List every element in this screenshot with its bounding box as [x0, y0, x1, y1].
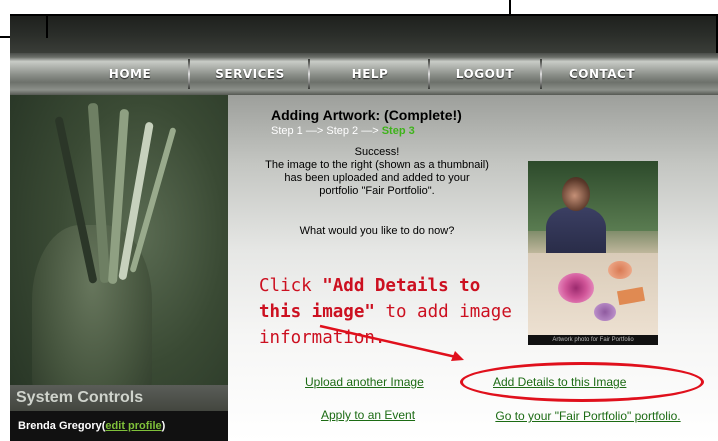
annotation-prefix: Click — [259, 276, 323, 296]
go-to-portfolio-link[interactable]: Go to your "Fair Portfolio" portfolio. — [488, 408, 688, 424]
nav-help[interactable]: HELP — [310, 53, 430, 95]
header-frame — [10, 14, 718, 55]
add-details-link[interactable]: Add Details to this Image — [493, 375, 626, 389]
user-line: Brenda Gregory (edit profile) — [10, 411, 228, 441]
step-arrow: —> — [358, 125, 382, 137]
artwork-thumbnail: Artwork photo for Fair Portfolio — [528, 161, 658, 345]
success-message-block: Success! The image to the right (shown a… — [264, 146, 490, 198]
nav-services[interactable]: SERVICES — [190, 53, 310, 95]
step-3-current: Step 3 — [381, 125, 415, 137]
annotation-arrow-icon — [319, 324, 464, 361]
page-frame: HOME SERVICES HELP LOGOUT CONTACT System… — [10, 14, 718, 441]
upload-another-image-link[interactable]: Upload another Image — [305, 375, 424, 389]
next-action-question: What would you like to do now? — [299, 225, 455, 237]
photo-flower — [594, 303, 616, 321]
step-arrow: —> — [302, 125, 327, 137]
nav-contact[interactable]: CONTACT — [542, 53, 662, 95]
page-title: Adding Artwork: (Complete!) — [271, 107, 462, 123]
user-name: Brenda Gregory — [18, 420, 102, 432]
step-2: Step 2 — [326, 125, 359, 137]
main-nav: HOME SERVICES HELP LOGOUT CONTACT — [10, 53, 718, 95]
step-1: Step 1 — [271, 125, 303, 137]
success-heading: Success! — [354, 146, 400, 158]
user-paren-close: ) — [161, 420, 166, 432]
success-message: The image to the right (shown as a thumb… — [265, 159, 489, 197]
photo-flower — [608, 261, 632, 279]
nav-logout[interactable]: LOGOUT — [430, 53, 540, 95]
apply-to-event-link[interactable]: Apply to an Event — [321, 408, 415, 422]
photo-person-head — [562, 177, 590, 211]
system-controls-heading: System Controls — [10, 385, 228, 411]
photo-flower — [558, 273, 594, 303]
main-content: Adding Artwork: (Complete!) Step 1 —> St… — [228, 95, 718, 441]
edit-profile-link[interactable]: edit profile — [105, 420, 161, 432]
photo-person — [546, 207, 606, 259]
step-indicator: Step 1 —> Step 2 —> Step 3 — [271, 125, 415, 137]
header-cap — [46, 14, 48, 38]
thumbnail-caption: Artwork photo for Fair Portfolio — [528, 335, 658, 345]
nav-home[interactable]: HOME — [70, 53, 190, 95]
